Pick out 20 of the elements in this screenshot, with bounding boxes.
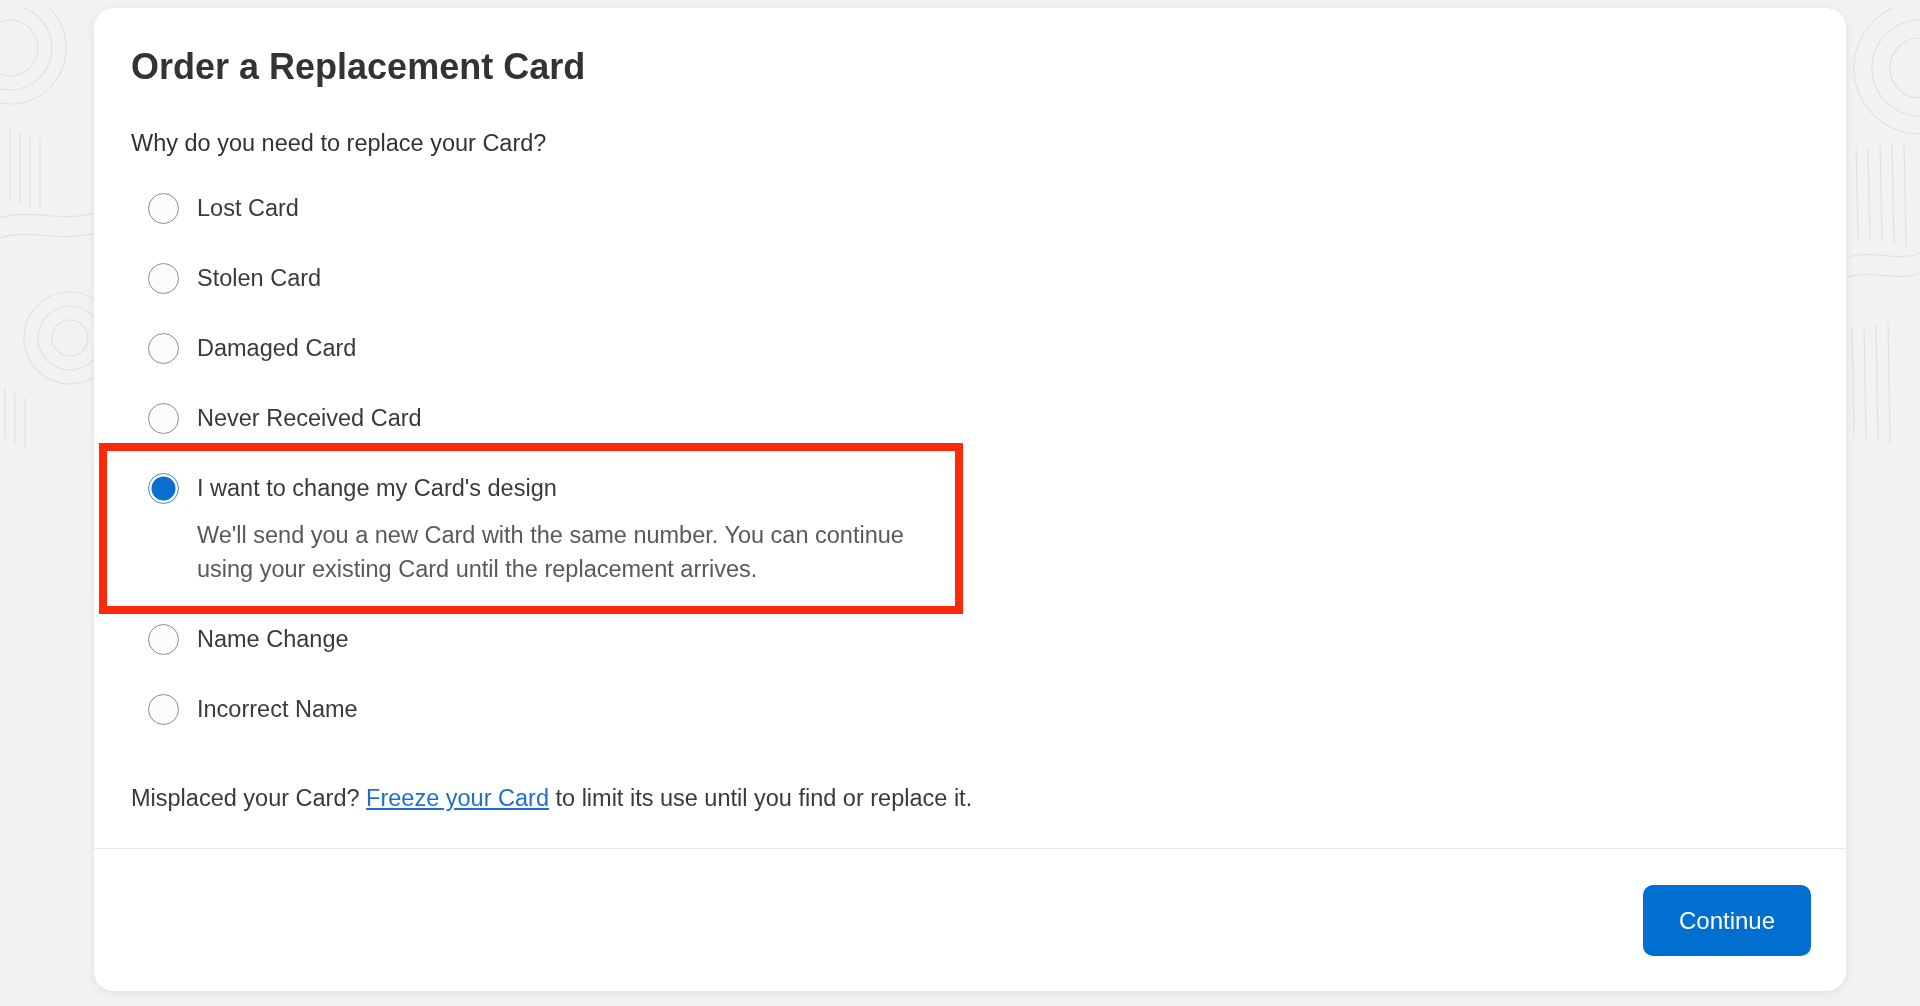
radio-label[interactable]: I want to change my Card's design — [197, 471, 917, 505]
radio-button[interactable] — [148, 192, 179, 224]
question-text: Why do you need to replace your Card? — [131, 129, 548, 158]
freeze-card-link[interactable]: Freeze your Card — [366, 785, 549, 811]
radio-label[interactable]: Incorrect Name — [197, 692, 358, 726]
radio-button[interactable] — [148, 623, 179, 655]
radio-label[interactable]: Damaged Card — [197, 331, 357, 365]
radio-button[interactable] — [148, 332, 179, 364]
continue-button[interactable]: Continue — [1643, 885, 1811, 956]
radio-label[interactable]: Name Change — [197, 622, 349, 656]
radio-button[interactable] — [148, 472, 179, 504]
page-title: Order a Replacement Card — [131, 45, 587, 89]
radio-button[interactable] — [148, 693, 179, 725]
option-description: We'll send you a new Card with the same number. You can continue using your existing Card until the replacement arrives. — [197, 521, 905, 584]
radio-label[interactable]: Lost Card — [197, 191, 299, 225]
radio-button[interactable] — [148, 402, 179, 434]
notice-text: Misplaced your Card? Freeze your Card to limit its use until you find or replace it. — [131, 784, 974, 813]
radio-button[interactable] — [148, 262, 179, 294]
radio-label[interactable]: Stolen Card — [197, 261, 322, 295]
radio-label[interactable]: Never Received Card — [197, 401, 422, 435]
